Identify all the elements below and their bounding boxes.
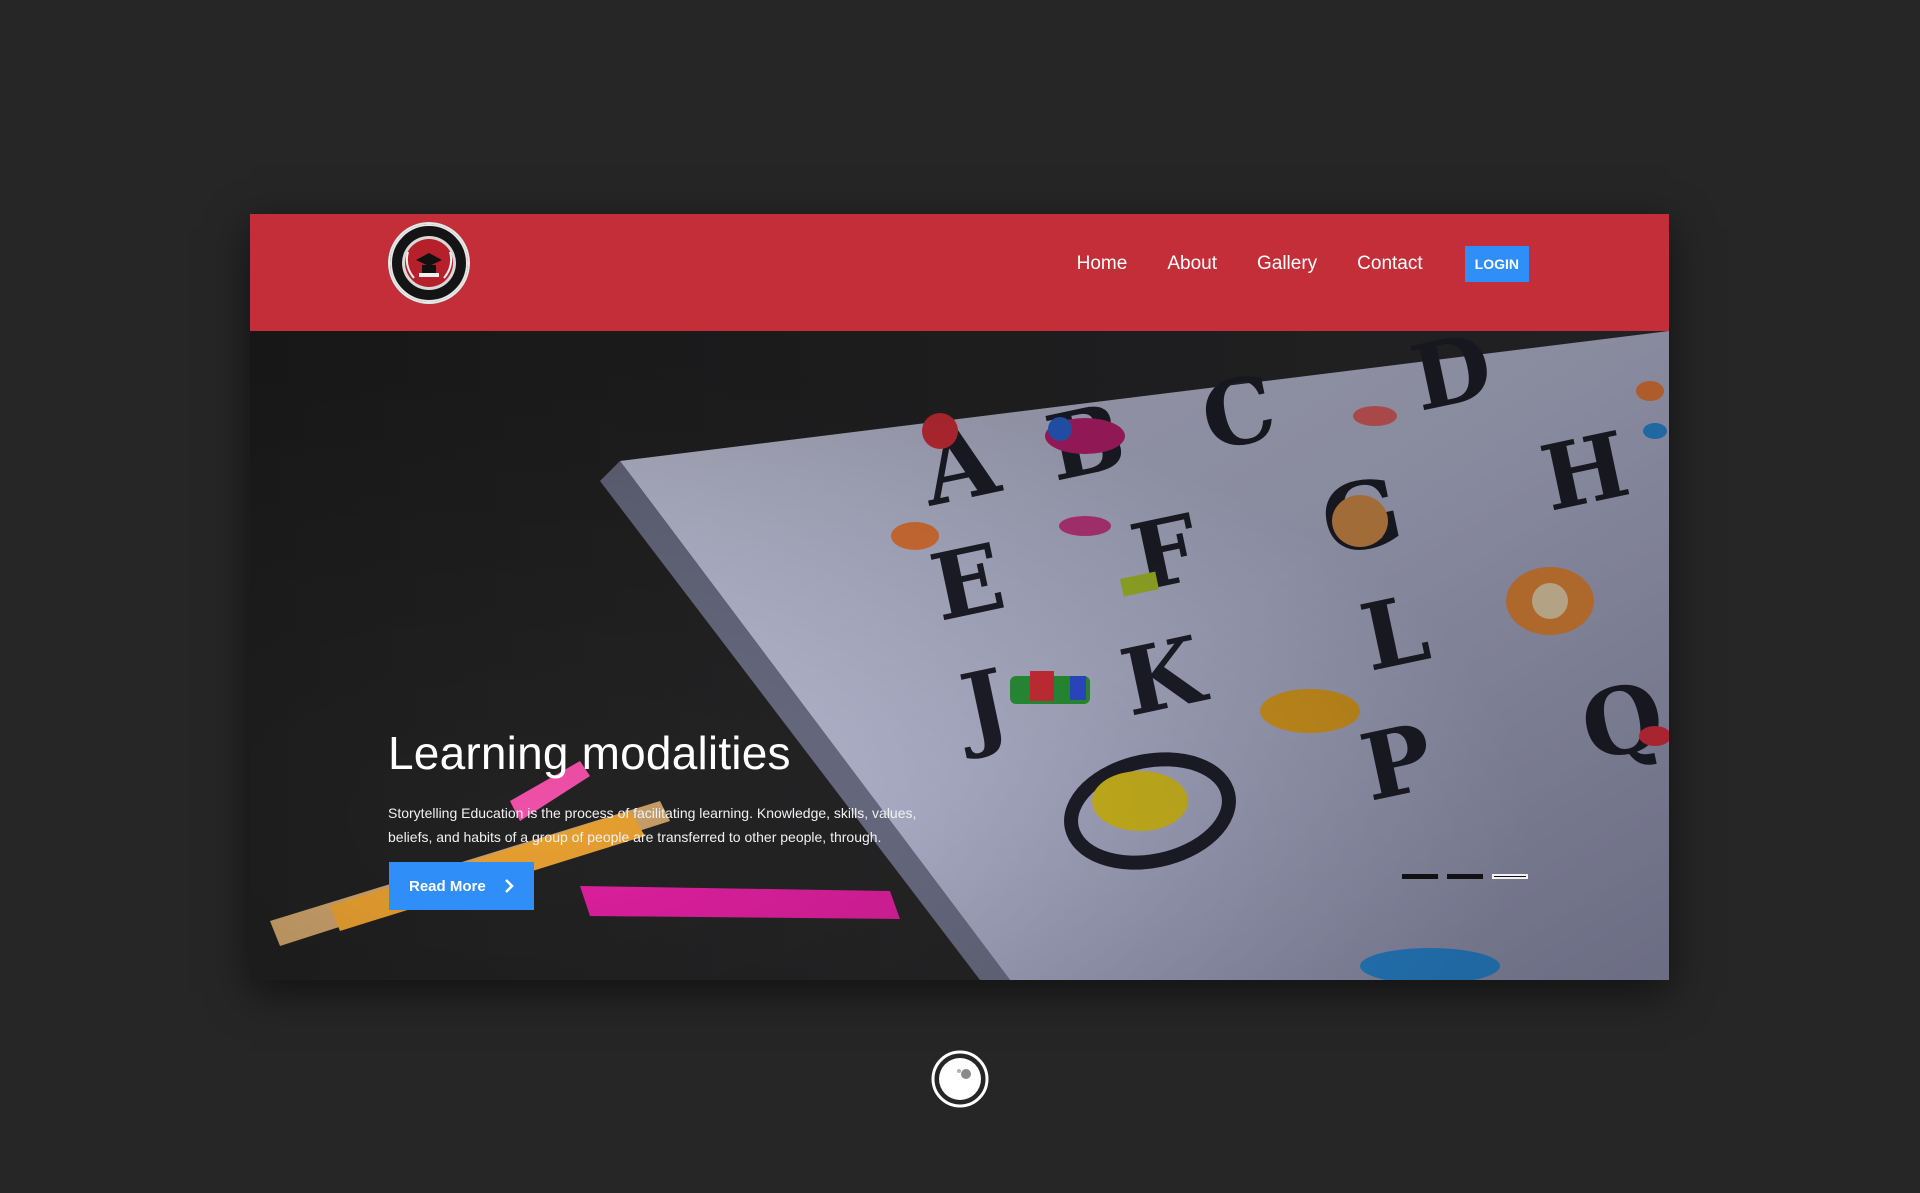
site-header: Home About Gallery Contact LOGIN xyxy=(250,214,1669,331)
site-frame: Home About Gallery Contact LOGIN Learnin… xyxy=(250,214,1669,980)
read-more-label: Read More xyxy=(409,877,486,895)
hero-description: Storytelling Education is the process of… xyxy=(388,805,917,845)
slider-pagination xyxy=(1402,874,1528,879)
school-crest-logo[interactable] xyxy=(388,222,470,304)
slide-dot-2[interactable] xyxy=(1447,874,1483,879)
hero-title: Learning modalities xyxy=(388,727,791,779)
nav-about[interactable]: About xyxy=(1147,244,1237,284)
read-more-button[interactable]: Read More xyxy=(389,862,534,910)
slide-dot-3[interactable] xyxy=(1492,874,1528,879)
slide-dot-1[interactable] xyxy=(1402,874,1438,879)
nav-home[interactable]: Home xyxy=(1057,244,1148,284)
hero-slider: A B C D E F G H J K L P Q xyxy=(250,331,1669,980)
chevron-right-icon xyxy=(504,879,514,893)
login-button[interactable]: LOGIN xyxy=(1464,246,1529,282)
nav-gallery[interactable]: Gallery xyxy=(1237,244,1337,284)
crest-icon xyxy=(390,224,468,302)
main-nav: Home About Gallery Contact LOGIN xyxy=(1057,214,1669,314)
nav-contact[interactable]: Contact xyxy=(1337,244,1442,284)
loading-spinner-icon xyxy=(931,1050,989,1108)
